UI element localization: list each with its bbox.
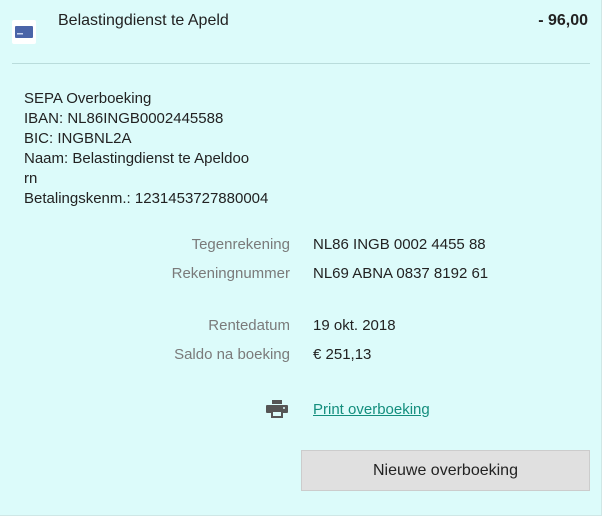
new-transfer-button[interactable]: Nieuwe overboeking — [301, 450, 590, 491]
detail-value: NL69 ABNA 0837 8192 61 — [313, 265, 489, 282]
detail-label: Rentedatum — [208, 317, 290, 334]
transaction-detail-card: Belastingdienst te Apeld - 96,00 SEPA Ov… — [0, 0, 602, 516]
detail-row-rentedatum: Rentedatum 19 okt. 2018 — [0, 315, 602, 337]
transaction-amount: - 96,00 — [538, 12, 588, 29]
detail-row-saldo: Saldo na boeking € 251,13 — [0, 344, 602, 366]
detail-label: Saldo na boeking — [174, 346, 290, 363]
print-transfer-link[interactable]: Print overboeking — [313, 399, 430, 421]
detail-value: NL86 INGB 0002 4455 88 — [313, 236, 486, 253]
detail-value: € 251,13 — [313, 346, 372, 363]
description-line: Naam: Belastingdienst te Apeldoo — [24, 150, 250, 167]
transaction-header[interactable]: Belastingdienst te Apeld - 96,00 — [0, 0, 602, 64]
detail-value: 19 okt. 2018 — [313, 317, 396, 334]
description-line: BIC: INGBNL2A — [24, 130, 132, 147]
detail-label: Rekeningnummer — [171, 265, 290, 282]
detail-row-tegenrekening: Tegenrekening NL86 INGB 0002 4455 88 — [0, 234, 602, 256]
description-line: IBAN: NL86INGB0002445588 — [24, 110, 224, 127]
transaction-description: SEPA Overboeking IBAN: NL86INGB000244558… — [24, 89, 324, 209]
printer-icon[interactable] — [266, 400, 288, 418]
description-line: rn — [24, 170, 38, 187]
description-line: Betalingskenm.: 1231453727880004 — [24, 190, 269, 207]
divider — [12, 63, 590, 64]
description-line: SEPA Overboeking — [24, 90, 152, 107]
counterparty-name: Belastingdienst te Apeld — [58, 12, 229, 29]
detail-label: Tegenrekening — [191, 236, 290, 253]
detail-row-rekeningnummer: Rekeningnummer NL69 ABNA 0837 8192 61 — [0, 263, 602, 285]
bank-card-icon — [12, 20, 36, 44]
